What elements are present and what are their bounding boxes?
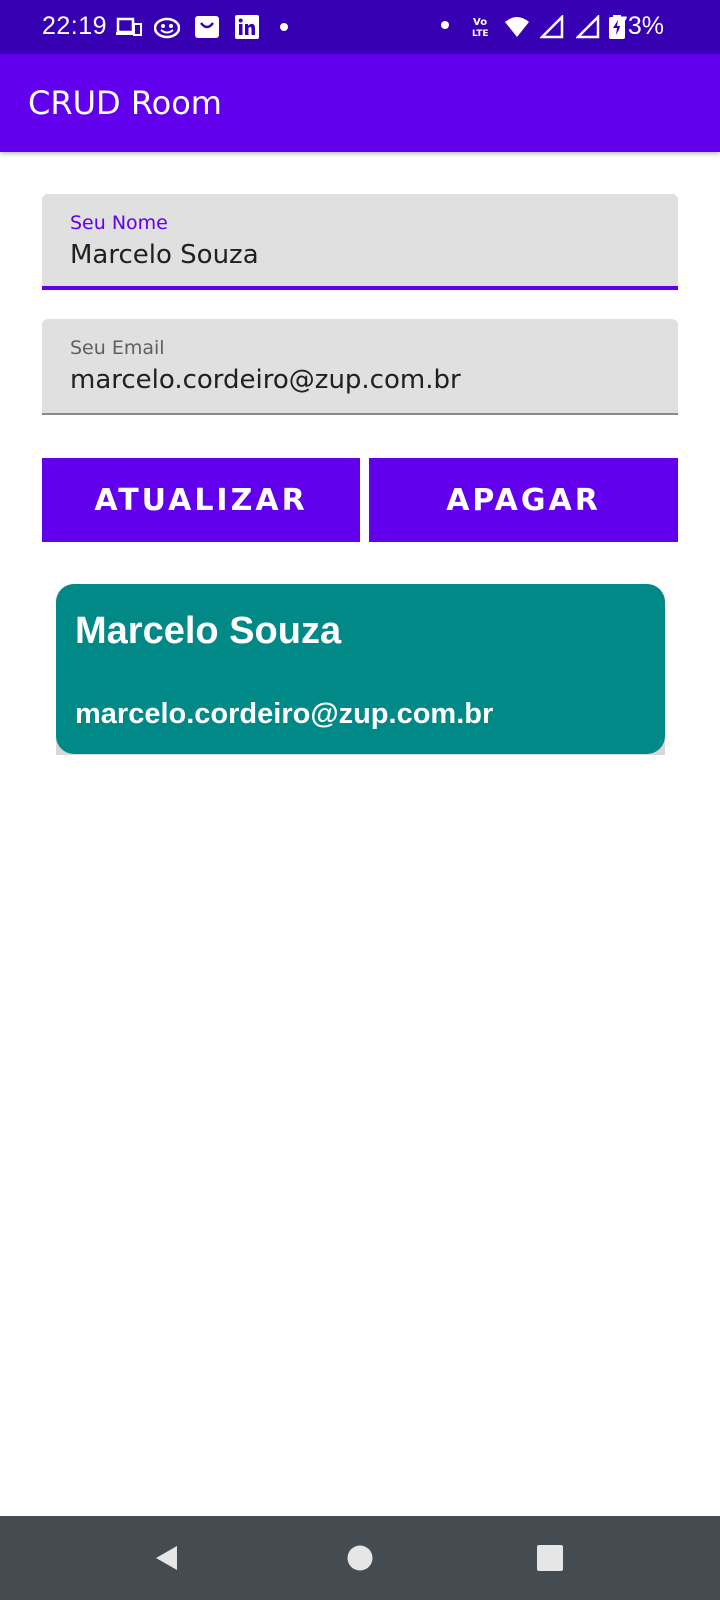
name-input[interactable] bbox=[70, 240, 660, 270]
app-title: CRUD Room bbox=[28, 84, 222, 122]
status-time: 22:19 bbox=[42, 12, 108, 40]
screen: 22:19 Vo LTE 73% CRUD Room Seu Nome Marc… bbox=[0, 0, 720, 1600]
dot-icon bbox=[441, 21, 449, 29]
back-button[interactable] bbox=[107, 1516, 227, 1600]
update-button[interactable]: ATUALIZAR bbox=[42, 458, 360, 542]
back-icon bbox=[156, 1546, 177, 1570]
shopping-bag-icon bbox=[195, 16, 219, 38]
dot-icon bbox=[280, 23, 288, 31]
devices-icon bbox=[116, 17, 142, 36]
wifi-icon bbox=[505, 17, 529, 37]
svg-text:Vo: Vo bbox=[473, 17, 487, 28]
home-icon bbox=[347, 1545, 373, 1571]
smiley-app-icon bbox=[154, 17, 180, 39]
volte-icon: Vo LTE bbox=[472, 17, 489, 39]
app-bar: CRUD Room bbox=[0, 54, 720, 152]
list-item[interactable]: Marcelo Souza marcelo.cordeiro@zup.com.b… bbox=[56, 584, 665, 754]
email-field[interactable]: Seu Email bbox=[42, 319, 678, 415]
recents-button[interactable] bbox=[490, 1516, 610, 1600]
list-item-name: Marcelo Souza bbox=[75, 610, 342, 652]
name-field-underline bbox=[42, 286, 678, 290]
email-field-label: Seu Email bbox=[70, 337, 165, 359]
navigation-bar bbox=[0, 1516, 720, 1600]
signal-icon bbox=[576, 15, 600, 39]
linkedin-icon bbox=[235, 15, 259, 39]
list-item-email: marcelo.cordeiro@zup.com.br bbox=[75, 698, 494, 730]
email-field-underline bbox=[42, 413, 678, 415]
name-field-label: Seu Nome bbox=[70, 212, 168, 234]
signal-icon bbox=[540, 15, 564, 39]
home-button[interactable] bbox=[300, 1516, 420, 1600]
status-bar: 22:19 Vo LTE 73% bbox=[0, 0, 720, 54]
email-input[interactable] bbox=[70, 365, 660, 395]
name-field[interactable]: Seu Nome bbox=[42, 194, 678, 290]
delete-button[interactable]: APAGAR bbox=[369, 458, 678, 542]
battery-percentage: 73% bbox=[613, 12, 664, 40]
recents-icon bbox=[537, 1545, 563, 1571]
svg-text:LTE: LTE bbox=[472, 29, 489, 39]
